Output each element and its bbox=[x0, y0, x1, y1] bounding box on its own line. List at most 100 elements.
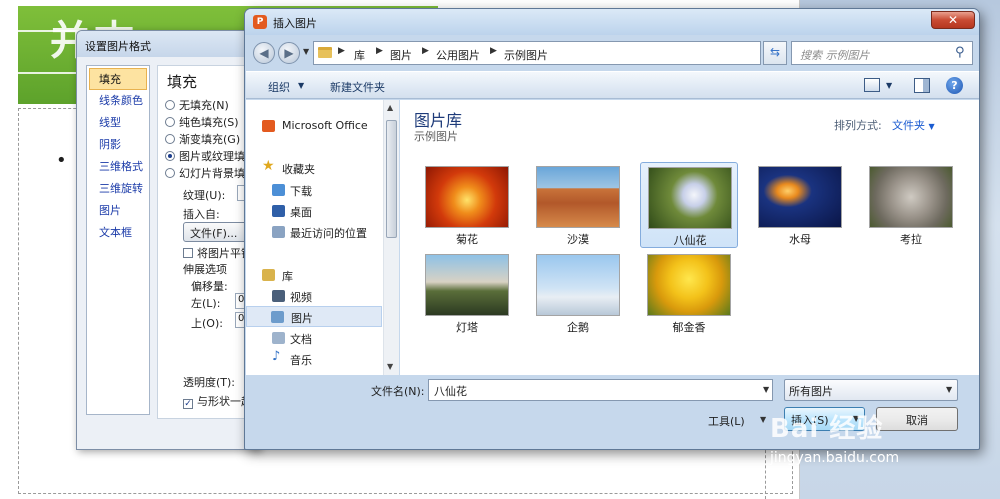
thumbnail-caption: 考拉 bbox=[900, 233, 922, 246]
change-view-icon[interactable] bbox=[864, 78, 880, 92]
stretch-options-label: 伸展选项 bbox=[183, 263, 227, 276]
navigation-scrollbar[interactable]: ▲ ▼ bbox=[383, 100, 399, 375]
koala-image bbox=[869, 166, 953, 228]
video-icon bbox=[272, 290, 285, 302]
nav-item-microsoft-office[interactable]: Microsoft Office bbox=[248, 116, 384, 137]
format-nav-3d-rotation[interactable]: 三维旋转 bbox=[87, 178, 149, 200]
breadcrumb-library[interactable]: 库 bbox=[354, 47, 365, 63]
filename-history-dropdown-icon[interactable]: ▼ bbox=[763, 385, 769, 394]
nav-item-desktop[interactable]: 桌面 bbox=[248, 201, 384, 222]
close-button[interactable]: ✕ bbox=[931, 11, 975, 29]
nav-item-recent-places[interactable]: 最近访问的位置 bbox=[248, 222, 384, 243]
nav-item-downloads[interactable]: 下载 bbox=[248, 180, 384, 201]
nav-item-documents[interactable]: 文档 bbox=[248, 328, 384, 349]
nav-item-label: 库 bbox=[282, 270, 293, 283]
scrollbar-thumb[interactable] bbox=[386, 120, 397, 238]
nav-item-libraries[interactable]: 库 bbox=[248, 265, 384, 286]
lighthouse-image bbox=[425, 254, 509, 316]
nav-item-label: 视频 bbox=[290, 291, 312, 304]
desert-image bbox=[536, 166, 620, 228]
format-nav-shadow[interactable]: 阴影 bbox=[87, 134, 149, 156]
chevron-down-icon[interactable]: ▼ bbox=[298, 81, 304, 90]
thumbnail-koala[interactable]: 考拉 bbox=[862, 162, 960, 248]
format-nav-picture[interactable]: 图片 bbox=[87, 200, 149, 222]
format-dialog-title: 设置图片格式 bbox=[77, 31, 259, 57]
breadcrumb-public-pictures[interactable]: 公用图片 bbox=[436, 47, 480, 63]
nav-item-label: Microsoft Office bbox=[282, 119, 368, 132]
radio-gradient-fill[interactable]: 渐变填充(G) bbox=[165, 131, 240, 147]
view-options-dropdown-icon[interactable]: ▼ bbox=[886, 81, 892, 90]
top-offset-label: 上(O): bbox=[191, 317, 223, 330]
breadcrumb-separator-icon[interactable]: ▶ bbox=[422, 46, 429, 56]
desktop-icon bbox=[272, 205, 285, 217]
fill-heading: 填充 bbox=[167, 73, 198, 91]
texture-label: 纹理(U): bbox=[183, 189, 226, 202]
refresh-icon[interactable]: ⇆ bbox=[763, 41, 787, 65]
format-nav-textbox[interactable]: 文本框 bbox=[87, 222, 149, 244]
tools-menu-button[interactable]: 工具(L) bbox=[708, 413, 745, 429]
search-input[interactable]: 搜索 示例图片 ⚲ bbox=[791, 41, 973, 65]
thumbnail-jellyfish[interactable]: 水母 bbox=[751, 162, 849, 248]
office-icon bbox=[262, 120, 275, 132]
checkbox-checked-icon: ✓ bbox=[183, 399, 193, 409]
recent-icon bbox=[272, 226, 285, 238]
thumbnail-penguins[interactable]: 企鹅 bbox=[529, 250, 627, 336]
thumbnail-chrysanthemum[interactable]: 菊花 bbox=[418, 162, 516, 248]
breadcrumb-separator-icon[interactable]: ▶ bbox=[376, 46, 383, 56]
insert-from-label: 插入自: bbox=[183, 208, 220, 221]
back-arrow-icon[interactable]: ◀ bbox=[253, 42, 275, 64]
breadcrumb-sample-pictures[interactable]: 示例图片 bbox=[504, 47, 548, 63]
radio-solid-fill-label: 纯色填充(S) bbox=[179, 116, 239, 129]
format-nav-line-style[interactable]: 线型 bbox=[87, 112, 149, 134]
thumbnail-tulips[interactable]: 郁金香 bbox=[640, 250, 738, 336]
nav-item-videos[interactable]: 视频 bbox=[248, 286, 384, 307]
scroll-down-icon[interactable]: ▼ bbox=[387, 362, 393, 371]
arrange-by-dropdown[interactable]: 文件夹 ▼ bbox=[892, 117, 935, 133]
new-folder-button[interactable]: 新建文件夹 bbox=[330, 79, 385, 95]
recent-pages-dropdown-icon[interactable]: ▼ bbox=[303, 47, 309, 56]
format-nav-3d-format[interactable]: 三维格式 bbox=[87, 156, 149, 178]
radio-gradient-fill-label: 渐变填充(G) bbox=[179, 133, 241, 146]
help-icon[interactable]: ? bbox=[946, 77, 963, 94]
nav-item-pictures[interactable]: 图片 bbox=[246, 306, 382, 327]
organize-menu-button[interactable]: 组织 bbox=[268, 79, 290, 95]
thumbnail-hydrangeas[interactable]: 八仙花 bbox=[640, 162, 738, 248]
radio-no-fill[interactable]: 无填充(N) bbox=[165, 97, 229, 113]
nav-item-music[interactable]: ♪ 音乐 bbox=[248, 349, 384, 370]
nav-item-label: 音乐 bbox=[290, 354, 312, 367]
search-icon[interactable]: ⚲ bbox=[955, 45, 965, 60]
nav-item-label: 桌面 bbox=[290, 206, 312, 219]
radio-solid-fill[interactable]: 纯色填充(S) bbox=[165, 114, 239, 130]
breadcrumb-separator-icon[interactable]: ▶ bbox=[338, 46, 345, 56]
insert-picture-dialog: P 插入图片 ✕ ◀ ▶ ▼ ▶ 库 ▶ 图片 ▶ 公用图片 ▶ 示例图片 ▼ … bbox=[244, 8, 980, 450]
slide-guide-line bbox=[765, 445, 766, 499]
chevron-down-icon[interactable]: ▼ bbox=[946, 385, 952, 394]
format-nav-line-color[interactable]: 线条颜色 bbox=[87, 90, 149, 112]
music-icon: ♪ bbox=[272, 349, 281, 364]
format-nav-fill[interactable]: 填充 bbox=[89, 68, 147, 90]
breadcrumb-pictures[interactable]: 图片 bbox=[390, 47, 412, 63]
thumbnail-desert[interactable]: 沙漠 bbox=[529, 162, 627, 248]
thumbnail-caption: 菊花 bbox=[456, 233, 478, 246]
preview-pane-icon[interactable] bbox=[914, 78, 930, 93]
nav-item-label: 最近访问的位置 bbox=[290, 227, 367, 240]
breadcrumb-separator-icon[interactable]: ▶ bbox=[490, 46, 497, 56]
thumbnail-caption: 企鹅 bbox=[567, 321, 589, 334]
thumbnail-caption: 灯塔 bbox=[456, 321, 478, 334]
dialog-title: 插入图片 bbox=[273, 17, 317, 30]
forward-arrow-icon[interactable]: ▶ bbox=[278, 42, 300, 64]
slide-bullet: • bbox=[56, 150, 67, 171]
cancel-button[interactable]: 取消 bbox=[876, 407, 958, 431]
nav-item-label: 图片 bbox=[291, 312, 313, 325]
nav-item-favorites[interactable]: ★ 收藏夹 bbox=[248, 158, 384, 179]
hydrangeas-image bbox=[648, 167, 732, 229]
chevron-down-icon[interactable]: ▼ bbox=[760, 415, 766, 424]
filename-input[interactable]: 八仙花 bbox=[428, 379, 773, 401]
tulips-image bbox=[647, 254, 731, 316]
address-bar[interactable]: ▶ 库 ▶ 图片 ▶ 公用图片 ▶ 示例图片 ▼ bbox=[313, 41, 815, 65]
file-type-select[interactable]: 所有图片 bbox=[784, 379, 958, 401]
thumbnail-lighthouse[interactable]: 灯塔 bbox=[418, 250, 516, 336]
transparency-label: 透明度(T): bbox=[183, 376, 236, 389]
scroll-up-icon[interactable]: ▲ bbox=[387, 103, 393, 112]
format-dialog-nav: 填充 线条颜色 线型 阴影 三维格式 三维旋转 图片 文本框 bbox=[86, 65, 150, 415]
